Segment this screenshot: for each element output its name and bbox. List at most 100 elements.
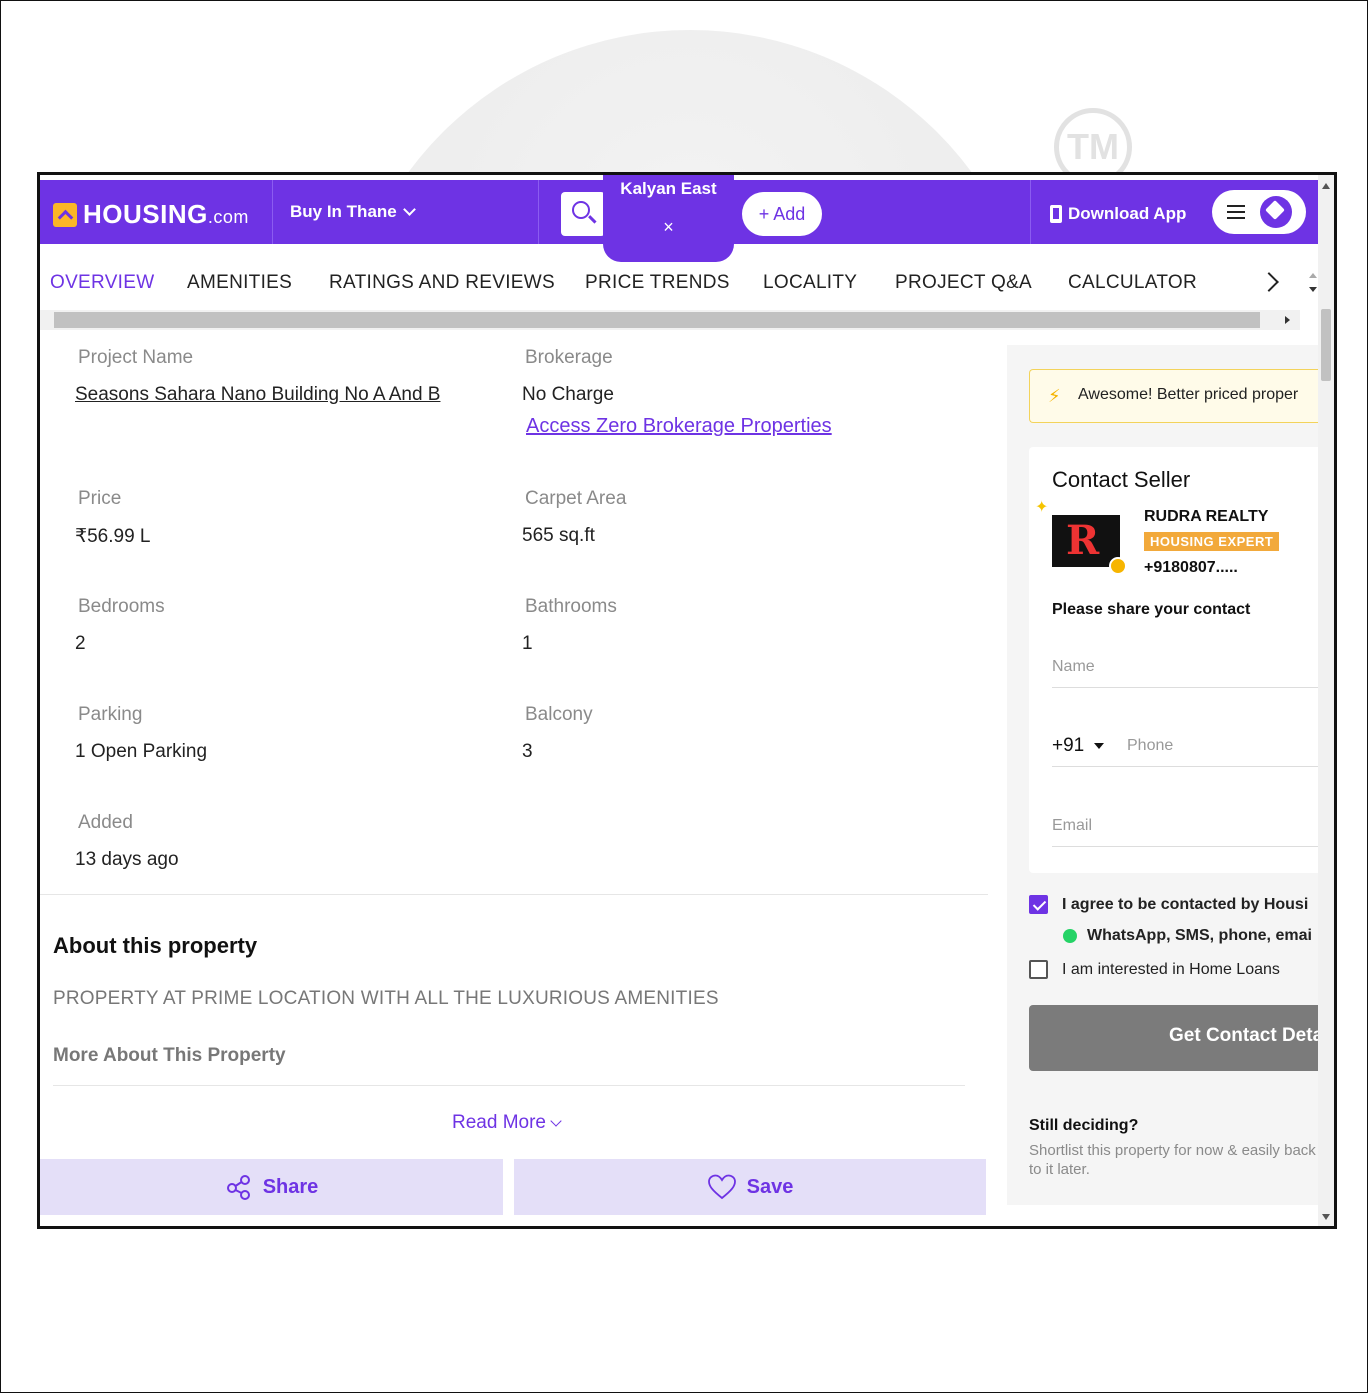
detail-value: 13 days ago [75,849,179,870]
name-field[interactable]: Name [1052,644,1320,688]
agree-text: I agree to be contacted by Housi [1062,895,1309,913]
save-button[interactable]: Save [514,1159,986,1215]
detail-bathrooms: Bathrooms 1 [522,596,617,655]
country-code: +91 [1052,735,1085,756]
section-divider [53,1085,965,1086]
scrollbar-thumb[interactable] [1321,309,1331,381]
chevron-right-icon[interactable] [1259,272,1279,292]
seller-name: RUDRA REALTY [1144,508,1269,525]
location-chip[interactable]: Kalyan East × [603,175,734,262]
logo-name: HOUSING [83,199,208,229]
caret-down-icon [1094,743,1105,749]
location-chip-label: Kalyan East [620,179,717,198]
detail-project-name: Project Name Seasons Sahara Nano Buildin… [75,347,440,406]
still-deciding-title: Still deciding? [1029,1117,1139,1134]
home-loans-checkbox-row[interactable]: I am interested in Home Loans [1029,960,1280,979]
email-field[interactable]: Email [1052,803,1320,847]
detail-label: Project Name [78,347,194,368]
still-deciding-text: Shortlist this property for now & easily… [1029,1142,1316,1178]
tab-calculator[interactable]: CALCULATOR [1068,272,1197,294]
header-divider [1030,180,1031,244]
share-contact-prompt: Please share your contact [1052,601,1251,618]
city-selector[interactable]: Buy In Thane [290,202,416,222]
tab-price-trends[interactable]: PRICE TRENDS [585,272,730,294]
detail-value: ₹56.99 L [75,526,151,547]
get-contact-details-button[interactable]: Get Contact Deta [1029,1005,1320,1071]
detail-added: Added 13 days ago [75,812,179,871]
name-placeholder: Name [1052,658,1095,675]
email-placeholder: Email [1052,817,1093,834]
scroll-up-arrow-icon[interactable] [1322,183,1330,189]
about-description: PROPERTY AT PRIME LOCATION WITH ALL THE … [53,988,719,1009]
detail-value: 1 [522,633,533,654]
logo-suffix: .com [207,207,249,227]
share-label: Share [262,1175,319,1198]
share-button[interactable]: Share [40,1159,503,1215]
home-loans-text: I am interested in Home Loans [1062,960,1280,978]
vertical-scrollbar[interactable] [1318,175,1334,1226]
phone-field[interactable]: +91 Phone [1052,723,1320,767]
detail-parking: Parking 1 Open Parking [75,704,207,763]
sparkle-icon: ✦ [1035,499,1049,516]
detail-value: 3 [522,741,533,762]
tab-project-qa[interactable]: PROJECT Q&A [895,272,1032,294]
share-icon [226,1175,250,1200]
hamburger-icon [1227,205,1245,219]
detail-label: Bathrooms [525,596,617,617]
agree-checkbox[interactable] [1029,895,1048,914]
add-location-button[interactable]: + Add [742,192,822,236]
about-title: About this property [53,933,258,958]
detail-price: Price ₹56.99 L [75,488,150,548]
logo-icon [53,202,77,227]
menu-profile-button[interactable] [1212,190,1306,234]
detail-brokerage: Brokerage No Charge [522,347,614,406]
save-label: Save [746,1175,794,1198]
detail-label: Bedrooms [78,596,165,617]
whatsapp-icon [1063,929,1077,943]
download-app-label: Download App [1068,204,1187,223]
detail-label: Balcony [525,704,593,725]
search-button[interactable] [561,192,605,236]
download-app-button[interactable]: Download App [1050,204,1186,224]
detail-value: 565 sq.ft [522,525,595,546]
detail-value: 2 [75,633,86,654]
project-name-link[interactable]: Seasons Sahara Nano Building No A And B [75,384,440,406]
detail-label: Added [78,812,133,833]
lightning-icon: ⚡ [1048,386,1061,406]
banner-text: Awesome! Better priced proper [1078,386,1299,403]
agree-contact-checkbox-row[interactable]: I agree to be contacted by Housi [1029,895,1308,914]
more-about-title: More About This Property [53,1045,286,1066]
country-code-select[interactable]: +91 [1052,735,1105,757]
better-price-banner: ⚡ Awesome! Better priced proper [1029,369,1320,423]
section-tabs: OVERVIEW AMENITIES RATINGS AND REVIEWS P… [40,267,1320,307]
close-icon[interactable]: × [603,217,734,238]
home-loans-checkbox[interactable] [1029,960,1048,979]
detail-value: No Charge [522,384,614,405]
tab-amenities[interactable]: AMENITIES [187,272,292,294]
scroll-down-arrow-icon[interactable] [1322,1214,1330,1220]
seller-logo: R [1052,515,1120,567]
contact-sidebar: ⚡ Awesome! Better priced proper Contact … [1007,345,1320,1205]
housing-expert-tag: HOUSING EXPERT [1144,532,1280,551]
detail-label: Brokerage [525,347,613,368]
city-selector-label: Buy In Thane [290,202,397,221]
horizontal-scrollbar[interactable] [40,310,1300,330]
housing-logo[interactable]: HOUSING.com [53,199,249,230]
zero-brokerage-link[interactable]: Access Zero Brokerage Properties [526,415,832,438]
tab-overview[interactable]: OVERVIEW [50,272,154,294]
mobile-icon [1050,205,1062,223]
agree-channels-text: WhatsApp, SMS, phone, emai [1087,927,1312,944]
tab-ratings-and-reviews[interactable]: RATINGS AND REVIEWS [329,272,555,294]
browser-viewport: HOUSING.com Buy In Thane Kalyan East × +… [37,172,1337,1229]
chevron-down-icon [402,203,416,216]
tab-locality[interactable]: LOCALITY [763,272,857,294]
read-more-button[interactable]: Read More [452,1112,562,1134]
detail-label: Parking [78,704,143,725]
detail-balcony: Balcony 3 [522,704,593,763]
user-avatar-icon [1260,196,1292,228]
detail-value: 1 Open Parking [75,741,208,762]
scroll-right-arrow-icon[interactable] [1285,316,1290,324]
chevron-down-icon [550,1115,562,1127]
header-divider [272,180,273,244]
read-more-label: Read More [452,1112,546,1133]
